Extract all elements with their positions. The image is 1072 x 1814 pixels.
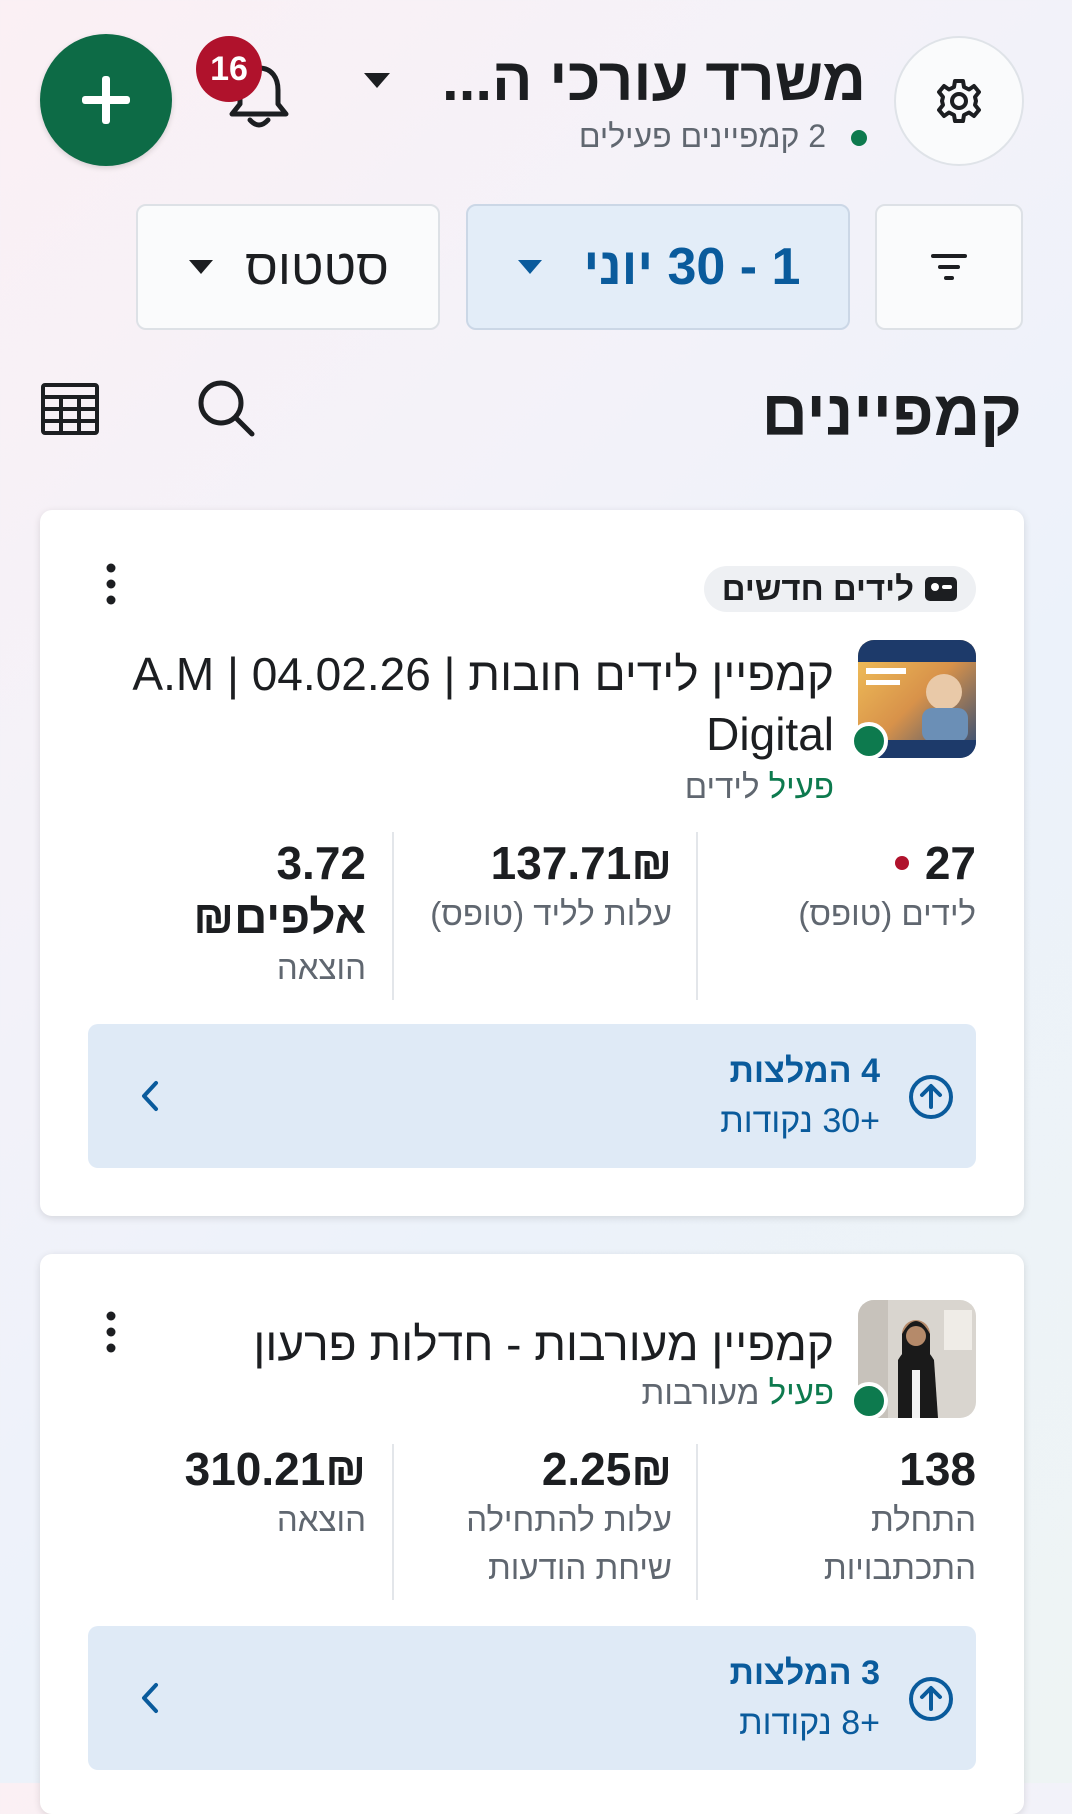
- recommendations-points: +8 נקודות: [739, 1704, 880, 1742]
- metric-cost-per-conversation: 2.25₪ עלות להתחילה שיחת הודעות: [402, 1442, 672, 1592]
- chevron-left-icon: [142, 1081, 158, 1111]
- active-status-dot: [850, 722, 888, 760]
- upgrade-arrow-icon: [909, 1677, 953, 1721]
- metric-value: 2.25₪: [541, 1443, 672, 1495]
- metric-spend: 3.72 אלפים₪ הוצאה: [156, 836, 366, 992]
- metric-label: הוצאה: [276, 1501, 366, 1538]
- alert-dot: [894, 856, 909, 870]
- status-filter-dropdown[interactable]: סטטוס: [136, 204, 440, 330]
- table-view-icon[interactable]: [40, 382, 100, 441]
- active-status-dot: [851, 130, 867, 146]
- chevron-left-icon: [142, 1683, 158, 1713]
- recommendations-banner[interactable]: 4 המלצות +30 נקודות: [88, 1024, 976, 1168]
- campaign-card[interactable]: קמפיין מעורבות - חדלות פרעון פעיל מעורבו…: [40, 1254, 1024, 1814]
- active-campaigns-count: 2 קמפיינים פעילים: [578, 118, 826, 154]
- metric-leads: 27 לידים (טופס): [716, 836, 976, 938]
- metric-conversations: 138 התחלת התכתבויות: [716, 1442, 976, 1592]
- metric-spend: 310.21₪ הוצאה: [156, 1442, 366, 1544]
- recommendations-banner[interactable]: 3 המלצות +8 נקודות: [88, 1626, 976, 1770]
- recommendations-points: +30 נקודות: [720, 1102, 880, 1140]
- page-title: קמפיינים: [761, 377, 1022, 449]
- notification-badge: 16: [196, 36, 262, 102]
- campaign-status-value: פעיל: [768, 1374, 834, 1411]
- metric-value: 137.71₪: [490, 837, 672, 889]
- campaign-card[interactable]: לידים חדשים קמפיין לידים חובות | 04.02.2…: [40, 510, 1024, 1216]
- campaign-objective: מעורבות: [641, 1374, 760, 1411]
- status-filter-label: סטטוס: [245, 239, 389, 295]
- metric-divider: [392, 832, 394, 1000]
- objective-tag-label: לידים חדשים: [721, 570, 914, 607]
- create-button[interactable]: [40, 34, 172, 166]
- account-dropdown-caret-icon[interactable]: [362, 70, 392, 95]
- more-options-icon[interactable]: [104, 1310, 118, 1359]
- recommendations-title: 4 המלצות: [729, 1052, 880, 1090]
- metric-divider: [392, 1444, 394, 1600]
- filter-button[interactable]: [875, 204, 1023, 330]
- campaign-status-value: פעיל: [768, 768, 834, 805]
- campaign-name[interactable]: קמפיין לידים חובות | 04.02.26 | A.M Digi…: [74, 644, 834, 764]
- metric-cost-per-lead: 137.71₪ עלות לליד (טופס): [402, 836, 672, 938]
- filter-icon: [931, 254, 967, 280]
- campaign-name[interactable]: קמפיין מעורבות - חדלות פרעון: [253, 1314, 834, 1374]
- active-status-dot: [850, 1382, 888, 1420]
- metric-value: 310.21₪: [184, 1443, 366, 1495]
- metric-label: לידים (טופס): [798, 895, 976, 932]
- objective-tag: לידים חדשים: [703, 566, 976, 612]
- recommendations-title: 3 המלצות: [729, 1654, 880, 1692]
- campaign-status: פעיל מעורבות: [642, 1374, 834, 1412]
- metric-value: 27: [924, 837, 976, 889]
- metric-value: 3.72 אלפים₪: [193, 837, 366, 943]
- metric-label: התחלת התכתבויות: [823, 1501, 976, 1586]
- campaign-status: פעיל לידים: [685, 768, 834, 806]
- more-options-icon[interactable]: [104, 562, 118, 611]
- search-icon[interactable]: [196, 378, 256, 443]
- date-range-dropdown[interactable]: 1 - 30 יוני: [466, 204, 850, 330]
- metric-divider: [696, 832, 698, 1000]
- settings-button[interactable]: [894, 36, 1024, 166]
- caret-down-icon: [189, 260, 214, 274]
- metric-label: עלות לליד (טופס): [430, 895, 672, 932]
- account-title[interactable]: משרד עורכי ה...: [442, 44, 866, 116]
- id-card-icon: [925, 577, 957, 601]
- campaign-objective: לידים: [684, 768, 760, 805]
- caret-down-icon: [517, 260, 542, 274]
- metric-label: עלות להתחילה שיחת הודעות: [466, 1501, 672, 1586]
- plus-icon: [82, 76, 130, 124]
- metric-value: 138: [899, 1443, 976, 1495]
- metric-divider: [696, 1444, 698, 1600]
- metric-label: הוצאה: [276, 949, 366, 986]
- date-range-label: 1 - 30 יוני: [583, 238, 801, 296]
- gear-icon: [937, 79, 981, 123]
- upgrade-arrow-icon: [909, 1075, 953, 1119]
